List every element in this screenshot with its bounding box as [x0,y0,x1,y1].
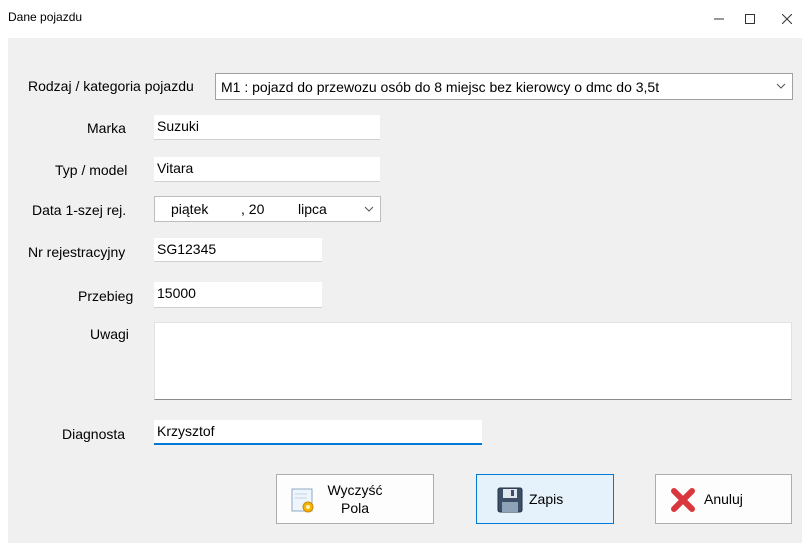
make-label: Marka [87,120,126,136]
form-area: Rodzaj / kategoria pojazdu M1 : pojazd d… [8,38,802,543]
reg-date-day: , 20 [241,201,265,217]
inspector-label: Diagnosta [62,426,126,442]
make-value: Suzuki [157,118,200,134]
inspector-field[interactable]: Krzysztof [154,420,482,445]
model-label: Typ / model [55,162,128,178]
cancel-button[interactable]: Anuluj [655,474,792,524]
cancel-label: Anuluj [704,491,743,507]
notes-textarea[interactable] [154,322,792,400]
plate-field[interactable]: SG12345 [154,238,322,262]
minimize-icon [714,18,724,20]
mileage-value: 15000 [157,285,196,301]
reg-date-picker[interactable]: piątek , 20 lipca [154,196,381,222]
close-button[interactable] [764,0,810,38]
category-label: Rodzaj / kategoria pojazdu [28,78,194,94]
window-title: Dane pojazdu [8,10,83,24]
floppy-disk-icon [497,487,523,513]
notes-label: Uwagi [90,326,129,342]
clear-label-line1: Wyczyść [327,482,383,498]
reg-date-label: Data 1-szej rej. [32,202,127,218]
chevron-down-icon [364,206,374,212]
close-icon [782,14,792,24]
reg-date-month: lipca [298,201,327,217]
inspector-value: Krzysztof [157,423,215,439]
clear-fields-icon [291,488,314,513]
clear-fields-button[interactable]: Wyczyść Pola [276,474,434,524]
clear-label-line2: Pola [340,500,370,516]
category-select[interactable]: M1 : pojazd do przewozu osób do 8 miejsc… [215,73,793,100]
model-value: Vitara [157,160,194,176]
chevron-down-icon [776,83,786,89]
model-field[interactable]: Vitara [154,157,380,182]
save-label: Zapis [529,491,564,507]
category-value: M1 : pojazd do przewozu osób do 8 miejsc… [221,79,660,95]
maximize-icon [745,14,755,24]
title-bar: Dane pojazdu [0,0,810,38]
save-button[interactable]: Zapis [476,474,614,524]
reg-date-weekday: piątek [171,201,209,217]
plate-label: Nr rejestracyjny [28,244,126,260]
red-x-icon [671,488,695,512]
make-field[interactable]: Suzuki [154,115,380,140]
mileage-label: Przebieg [78,288,134,304]
plate-value: SG12345 [157,241,217,257]
mileage-field[interactable]: 15000 [154,282,322,308]
